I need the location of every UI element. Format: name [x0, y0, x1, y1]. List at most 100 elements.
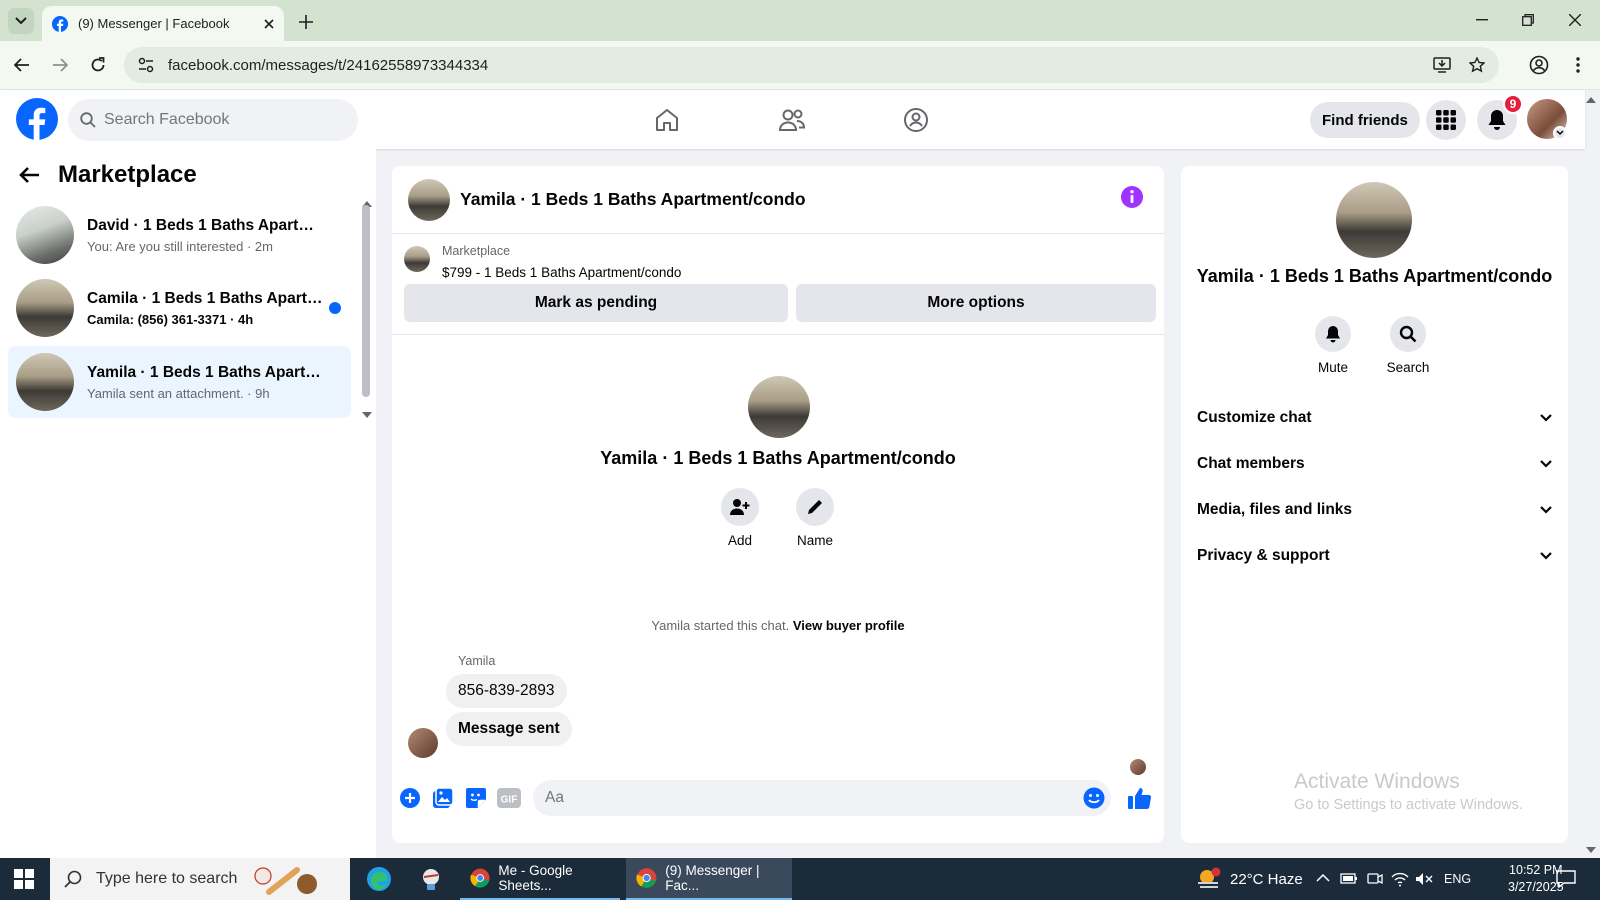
chat-intro-avatar: [748, 376, 810, 438]
app-icon: [423, 869, 439, 890]
battery-icon[interactable]: [1340, 871, 1358, 885]
volume-muted-icon[interactable]: [1415, 871, 1433, 887]
chat-intro-name: Yamila · 1 Beds 1 Baths Apartment/condo: [600, 448, 956, 468]
sticker-icon: [466, 788, 486, 808]
minimize-window-button[interactable]: [1467, 8, 1497, 32]
mark-as-pending-button[interactable]: Mark as pending: [404, 284, 788, 322]
view-buyer-profile-link[interactable]: View buyer profile: [793, 618, 905, 633]
conversation-avatar[interactable]: [1336, 182, 1412, 258]
scroll-down-arrow[interactable]: [362, 412, 372, 418]
taskbar-app-messenger[interactable]: (9) Messenger | Fac...: [626, 858, 792, 900]
conversation-item-david[interactable]: David · 1 Beds 1 Baths Apartmen... You: …: [8, 199, 351, 271]
bookmark-star-icon[interactable]: [1469, 57, 1485, 73]
taskbar-app-edge[interactable]: [356, 858, 402, 900]
conversation-list-scrollbar[interactable]: [362, 205, 370, 397]
chevron-down-icon: [1540, 460, 1552, 468]
search-icon: [80, 112, 96, 128]
close-window-button[interactable]: [1560, 8, 1590, 32]
section-chat-members[interactable]: Chat members: [1197, 446, 1552, 482]
message-bubble[interactable]: 856-839-2893: [446, 674, 567, 708]
listing-thumbnail[interactable]: [404, 246, 430, 272]
grid-menu-icon: [1436, 110, 1456, 130]
nav-groups[interactable]: [896, 100, 936, 140]
browser-menu-button[interactable]: [1566, 53, 1590, 77]
nav-friends[interactable]: [772, 100, 812, 140]
emoji-icon: [1083, 787, 1105, 809]
more-actions-button[interactable]: [398, 786, 422, 810]
taskbar-app-pinned[interactable]: [408, 858, 454, 900]
taskbar-search-box[interactable]: Type here to search: [50, 858, 350, 900]
conversation-info-button[interactable]: [1120, 185, 1144, 209]
listing-thumbnail: [16, 206, 74, 264]
search-icon: [64, 870, 82, 888]
message-sender-name: Yamila: [458, 654, 496, 668]
start-button[interactable]: [14, 869, 34, 889]
send-like-button[interactable]: [1128, 786, 1152, 810]
mute-button[interactable]: Mute: [1303, 316, 1363, 375]
back-button[interactable]: [10, 53, 34, 77]
browser-tab-messenger[interactable]: (9) Messenger | Facebook: [42, 6, 284, 41]
conversation-item-camila[interactable]: Camila · 1 Beds 1 Baths Apartm... Camila…: [8, 272, 351, 344]
site-info-icon[interactable]: [138, 57, 154, 73]
search-in-conversation-button[interactable]: Search: [1378, 316, 1438, 375]
chevron-up-icon[interactable]: [1316, 871, 1330, 885]
sticker-button[interactable]: [464, 786, 488, 810]
message-bubble[interactable]: Message sent: [446, 712, 572, 746]
emoji-button[interactable]: [1082, 786, 1106, 810]
more-options-button[interactable]: More options: [796, 284, 1156, 322]
find-friends-button[interactable]: Find friends: [1310, 102, 1420, 138]
add-person-button[interactable]: Add: [710, 488, 770, 548]
attach-photo-button[interactable]: [431, 786, 455, 810]
wifi-icon[interactable]: [1391, 871, 1409, 887]
home-icon: [656, 109, 678, 131]
restore-window-button[interactable]: [1513, 8, 1543, 32]
listing-title[interactable]: $799 - 1 Beds 1 Baths Apartment/condo: [442, 265, 681, 280]
reload-button[interactable]: [86, 53, 110, 77]
page-scroll-up-arrow[interactable]: [1585, 96, 1597, 104]
tab-search-button[interactable]: [8, 8, 34, 34]
menu-button[interactable]: [1426, 100, 1466, 140]
groups-icon: [904, 108, 928, 132]
chat-started-notice: Yamila started this chat. View buyer pro…: [392, 618, 1164, 633]
facebook-search-box[interactable]: [68, 99, 358, 141]
gif-button[interactable]: GIF: [497, 786, 521, 810]
conversation-item-yamila[interactable]: Yamila · 1 Beds 1 Baths Apartme... Yamil…: [8, 346, 351, 418]
browser-tab-bar: (9) Messenger | Facebook: [0, 0, 1600, 41]
watermark-line2: Go to Settings to activate Windows.: [1294, 797, 1523, 813]
forward-button[interactable]: [48, 53, 72, 77]
section-media-files-links[interactable]: Media, files and links: [1197, 492, 1552, 528]
close-tab-icon[interactable]: [264, 18, 274, 29]
chat-avatar[interactable]: [408, 178, 450, 221]
facebook-search-input[interactable]: [104, 111, 334, 129]
page-scroll-down-arrow[interactable]: [1585, 846, 1597, 854]
edit-name-button[interactable]: Name: [785, 488, 845, 548]
language-indicator[interactable]: ENG: [1444, 872, 1471, 886]
restore-icon: [1522, 14, 1534, 26]
sender-avatar[interactable]: [408, 728, 438, 758]
section-customize-chat[interactable]: Customize chat: [1197, 400, 1552, 436]
account-menu-button[interactable]: [1553, 126, 1567, 140]
message-input[interactable]: [533, 780, 1111, 816]
taskbar-app-google-sheets[interactable]: Me - Google Sheets...: [460, 858, 620, 900]
new-tab-button[interactable]: [294, 10, 318, 34]
notification-badge: 9: [1503, 94, 1523, 114]
chat-title[interactable]: Yamila · 1 Beds 1 Baths Apartment/condo: [460, 189, 806, 210]
address-bar[interactable]: facebook.com/messages/t/2416255897334433…: [124, 47, 1499, 83]
conversation-preview: Yamila sent an attachment. · 9h: [87, 385, 270, 401]
install-app-icon[interactable]: [1433, 57, 1451, 73]
bell-icon: [1326, 326, 1340, 343]
weather-widget[interactable]: 22°C Haze: [1196, 858, 1303, 900]
windows-taskbar: Type here to search Me - Google Sheets..…: [0, 858, 1600, 900]
chat-header: Yamila · 1 Beds 1 Baths Apartment/condo: [392, 166, 1164, 234]
panel-title: Marketplace: [58, 161, 197, 188]
profile-button[interactable]: [1527, 53, 1551, 77]
facebook-logo[interactable]: [16, 98, 58, 140]
nav-home[interactable]: [647, 100, 687, 140]
url-text[interactable]: facebook.com/messages/t/2416255897334433…: [168, 57, 1433, 74]
notification-center-icon[interactable]: [1556, 870, 1576, 888]
section-privacy-support[interactable]: Privacy & support: [1197, 538, 1552, 574]
meet-now-icon[interactable]: [1367, 871, 1383, 887]
back-arrow-icon[interactable]: [18, 166, 40, 184]
add-person-icon: [730, 499, 750, 515]
search-label: Search: [1386, 360, 1430, 375]
